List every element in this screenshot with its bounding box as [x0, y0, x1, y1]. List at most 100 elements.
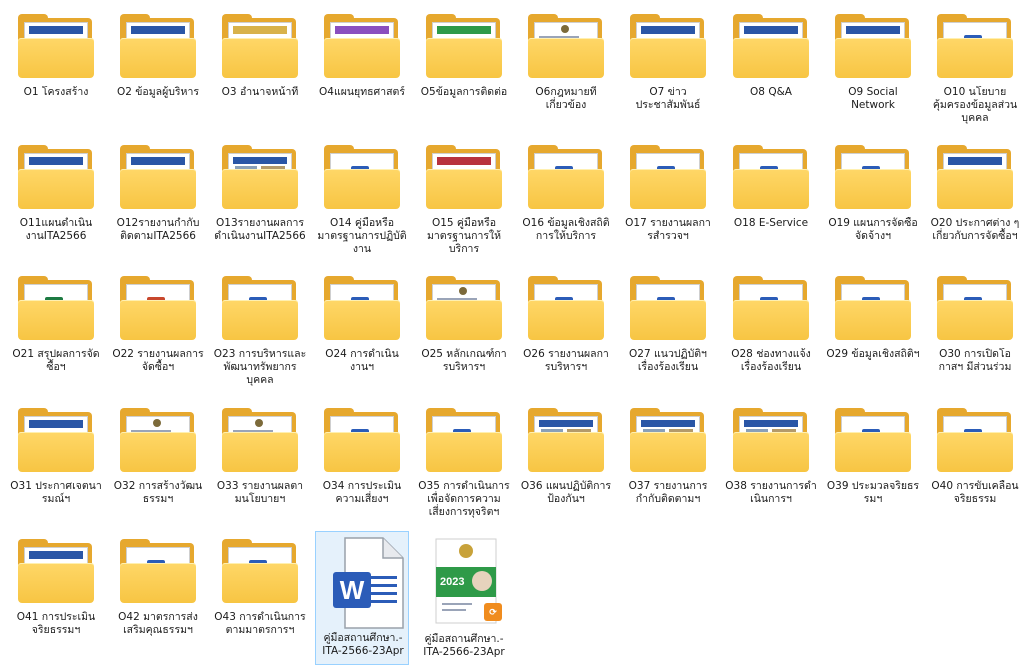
- folder-item[interactable]: O31 ประกาศเจตนารมณ์ฯ: [9, 402, 103, 524]
- folder-icon: [220, 406, 300, 472]
- folder-front: [426, 432, 502, 472]
- folder-front: [120, 563, 196, 603]
- folder-front: [528, 300, 604, 340]
- item-label: O40 การขับเคลื่อนจริยธรรม: [931, 480, 1019, 505]
- preview-seal: [459, 287, 467, 295]
- folder-icon: W: [833, 143, 913, 209]
- folder-item[interactable]: O9 Social Network: [826, 8, 920, 130]
- folder-item[interactable]: O12รายงานกำกับติดตามITA2566: [111, 139, 205, 261]
- folder-item[interactable]: O38 รายงานการดำเนินการฯ: [724, 402, 818, 524]
- file-item[interactable]: 2023 ⟳ คู่มือสถานศึกษา.-ITA-2566-23Apr: [417, 533, 511, 658]
- folder-front: [120, 38, 196, 78]
- folder-item[interactable]: W O16 ข้อมูลเชิงสถิติการให้บริการ: [519, 139, 613, 261]
- folder-icon: W: [628, 143, 708, 209]
- folder-front: [835, 300, 911, 340]
- item-label: O5ข้อมูลการติดต่อ: [420, 86, 508, 98]
- folder-icon: [322, 12, 402, 78]
- folder-icon: W: [526, 274, 606, 340]
- folder-item[interactable]: W O23 การบริหารและพัฒนาทรัพยากรบุคคล: [213, 270, 307, 392]
- folder-item[interactable]: W O35 การดำเนินการเพื่อจัดการความเสี่ยงกา…: [417, 402, 511, 524]
- folder-item[interactable]: W O42 มาตรการส่งเสริมคุณธรรมฯ: [111, 533, 205, 655]
- folder-icon: W: [731, 274, 811, 340]
- item-label: O37 รายงานการกำกับติดตามฯ: [628, 480, 708, 505]
- file-item[interactable]: W คู่มือสถานศึกษา.-ITA-2566-23Apr: [315, 531, 409, 665]
- preview-banner: [744, 26, 798, 34]
- item-label: O1 โครงสร้าง: [23, 86, 89, 98]
- folder-item[interactable]: O13รายงานผลการดำเนินงานITA2566: [213, 139, 307, 261]
- item-label: คู่มือสถานศึกษา.-ITA-2566-23Apr: [322, 632, 404, 657]
- folder-icon: W: [833, 274, 913, 340]
- item-label: O21 สรุปผลการจัดซื้อฯ: [12, 348, 100, 373]
- folder-front: [426, 38, 502, 78]
- folder-item[interactable]: W O34 การประเมินความเสี่ยงฯ: [315, 402, 409, 524]
- folder-icon: [731, 406, 811, 472]
- item-label: O27 แนวปฏิบัติฯ เรื่องร้องเรียน: [629, 348, 707, 373]
- item-label: O13รายงานผลการดำเนินงานITA2566: [214, 217, 306, 242]
- folder-item[interactable]: W O27 แนวปฏิบัติฯ เรื่องร้องเรียน: [621, 270, 715, 392]
- folder-front: [937, 300, 1013, 340]
- folder-item[interactable]: O7 ข่าวประชาสัมพันธ์: [621, 8, 715, 130]
- folder-item[interactable]: O15 คู่มือหรือมาตรฐานการให้บริการ: [417, 139, 511, 261]
- folder-icon: [220, 12, 300, 78]
- folder-front: [528, 38, 604, 78]
- folder-item[interactable]: W O28 ช่องทางแจ้งเรื่องร้องเรียน: [724, 270, 818, 392]
- svg-text:W: W: [340, 575, 365, 605]
- folder-item[interactable]: O6กฎหมายที่เกี่ยวข้อง: [519, 8, 613, 130]
- preview-seal: [153, 419, 161, 427]
- folder-item[interactable]: W O29 ข้อมูลเชิงสถิติฯ: [826, 270, 920, 392]
- folder-item[interactable]: O8 Q&A: [724, 8, 818, 130]
- item-label: O31 ประกาศเจตนารมณ์ฯ: [10, 480, 102, 505]
- folder-item[interactable]: W O40 การขับเคลื่อนจริยธรรม: [928, 402, 1022, 524]
- item-label: O22 รายงานผลการจัดซื้อฯ: [112, 348, 204, 373]
- file-explorer-grid: O1 โครงสร้าง O2 ข้อมูลผู้บริหาร O3 อำนาจหน…: [0, 0, 1024, 672]
- folder-front: [630, 300, 706, 340]
- folder-item[interactable]: O37 รายงานการกำกับติดตามฯ: [621, 402, 715, 524]
- folder-item[interactable]: O11แผนดำเนินงานITA2566: [9, 139, 103, 261]
- folder-front: [630, 432, 706, 472]
- folder-item[interactable]: O5ข้อมูลการติดต่อ: [417, 8, 511, 130]
- folder-item[interactable]: W O17 รายงานผลการสำรวจฯ: [621, 139, 715, 261]
- folder-front: [937, 432, 1013, 472]
- folder-front: [18, 432, 94, 472]
- item-label: O38 รายงานการดำเนินการฯ: [725, 480, 817, 505]
- item-label: O42 มาตรการส่งเสริมคุณธรรมฯ: [118, 611, 198, 636]
- folder-item[interactable]: W O26 รายงานผลการบริหารฯ: [519, 270, 613, 392]
- folder-item[interactable]: O32 การสร้างวัฒนธรรมฯ: [111, 402, 205, 524]
- folder-item[interactable]: O20 ประกาศต่าง ๆ เกี่ยวกับการจัดซื้อฯ: [928, 139, 1022, 261]
- folder-front: [937, 38, 1013, 78]
- folder-item[interactable]: W O14 คู่มือหรือมาตรฐานการปฏิบัติงาน: [315, 139, 409, 261]
- folder-item[interactable]: O2 ข้อมูลผู้บริหาร: [111, 8, 205, 130]
- folder-icon: W: [833, 406, 913, 472]
- folder-icon: W: [118, 537, 198, 603]
- folder-front: [835, 432, 911, 472]
- folder-item[interactable]: O33 รายงานผลตามนโยบายฯ: [213, 402, 307, 524]
- preview-banner: [335, 26, 389, 34]
- folder-item[interactable]: O1 โครงสร้าง: [9, 8, 103, 130]
- preview-banner: [437, 26, 491, 34]
- item-label: O25 หลักเกณฑ์การบริหารฯ: [421, 348, 507, 373]
- svg-text:⟳: ⟳: [489, 607, 497, 617]
- item-label: O8 Q&A: [750, 86, 792, 98]
- folder-item[interactable]: O3 อำนาจหน้าที่: [213, 8, 307, 130]
- folder-item[interactable]: W O30 การเปิดโอกาสฯ มีส่วนร่วม: [928, 270, 1022, 392]
- item-label: O6กฎหมายที่เกี่ยวข้อง: [535, 86, 597, 111]
- folder-front: [120, 432, 196, 472]
- folder-item[interactable]: O25 หลักเกณฑ์การบริหารฯ: [417, 270, 511, 392]
- folder-item[interactable]: W O19 แผนการจัดซื้อจัดจ้างฯ: [826, 139, 920, 261]
- item-label: O10 นโยบายคุ้มครองข้อมูลส่วนบุคคล: [932, 86, 1018, 124]
- folder-item[interactable]: P O22 รายงานผลการจัดซื้อฯ: [111, 270, 205, 392]
- folder-front: [937, 169, 1013, 209]
- folder-icon: W: [322, 274, 402, 340]
- folder-item[interactable]: O36 แผนปฏิบัติการป้องกันฯ: [519, 402, 613, 524]
- folder-item[interactable]: W O43 การดำเนินการตามมาตรการฯ: [213, 533, 307, 655]
- folder-item[interactable]: W O18 E-Service: [724, 139, 818, 261]
- folder-item[interactable]: W O10 นโยบายคุ้มครองข้อมูลส่วนบุคคล: [928, 8, 1022, 130]
- item-label: O17 รายงานผลการสำรวจฯ: [625, 217, 711, 242]
- folder-item[interactable]: O4แผนยุทธศาสตร์: [315, 8, 409, 130]
- folder-item[interactable]: W O24 การดำเนินงานฯ: [315, 270, 409, 392]
- folder-item[interactable]: W O39 ประมวลจริยธรรมฯ: [826, 402, 920, 524]
- folder-item[interactable]: O41 การประเมินจริยธรรมฯ: [9, 533, 103, 655]
- folder-item[interactable]: X O21 สรุปผลการจัดซื้อฯ: [9, 270, 103, 392]
- preview-banner: [29, 551, 83, 559]
- item-label: O26 รายงานผลการบริหารฯ: [523, 348, 609, 373]
